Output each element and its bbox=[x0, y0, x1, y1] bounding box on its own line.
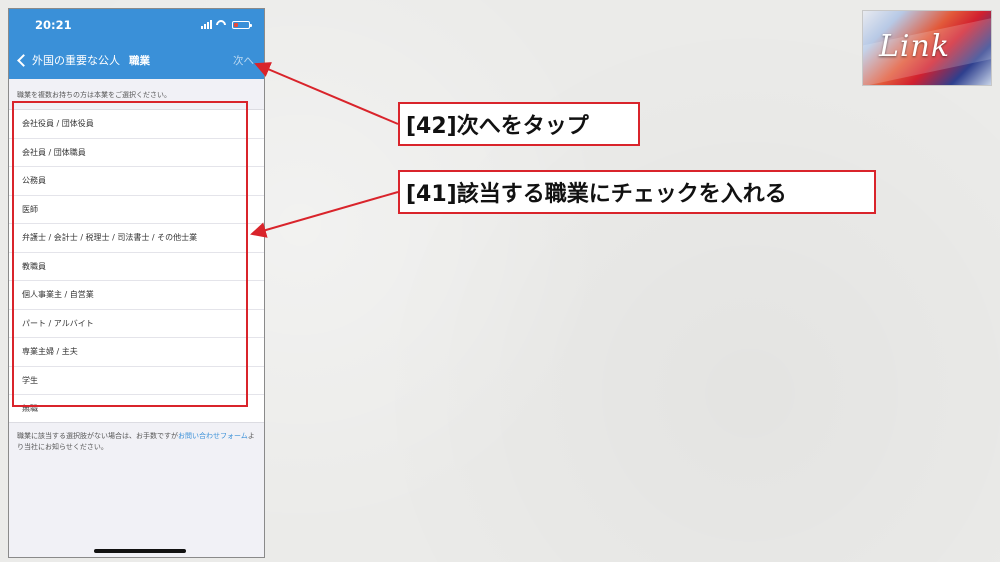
callout-step-41: [41]該当する職業にチェックを入れる bbox=[398, 170, 876, 214]
arrow-to-next-button bbox=[254, 62, 399, 125]
logo-text: Link bbox=[879, 29, 951, 64]
brand-logo: Link bbox=[862, 10, 992, 86]
callout-step-42: [42]次へをタップ bbox=[398, 102, 640, 146]
annotation-arrows bbox=[250, 62, 399, 238]
arrow-to-occupation-list bbox=[250, 191, 399, 238]
